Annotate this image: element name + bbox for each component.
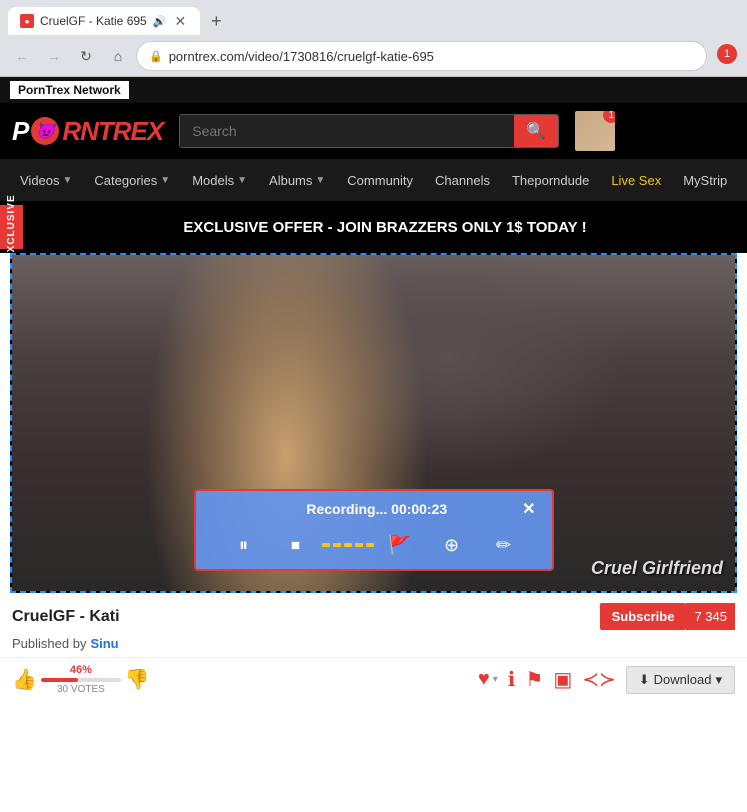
nav-item-theporndude[interactable]: Theporndude xyxy=(502,159,599,201)
nav-item-channels[interactable]: Channels xyxy=(425,159,500,201)
nav-item-videos[interactable]: Videos ▼ xyxy=(10,159,82,201)
url-box[interactable]: 🔒 porntrex.com/video/1730816/cruelgf-kat… xyxy=(136,41,707,71)
recording-marker-button[interactable]: 🚩 xyxy=(384,529,416,561)
recording-close-button[interactable]: ✕ xyxy=(522,499,535,519)
exclusive-badge: EXCLUSIVE xyxy=(0,205,23,249)
models-arrow-icon: ▼ xyxy=(237,175,247,186)
subscribe-button[interactable]: Subscribe xyxy=(600,603,687,630)
image-button[interactable]: ▣ xyxy=(553,667,572,692)
url-text: porntrex.com/video/1730816/cruelgf-katie… xyxy=(169,49,434,64)
logo-search-row: P 👿 RNTREX 🔍 1 xyxy=(0,103,747,159)
heart-icon: ♥ xyxy=(478,668,490,691)
thumbs-up-button[interactable]: 👍 xyxy=(12,667,37,692)
recording-overlay: Recording... 00:00:23 ✕ ⏸ ⏹ 🚩 xyxy=(194,489,554,571)
download-label: Download xyxy=(654,672,712,687)
pause-icon: ⏸ xyxy=(239,535,248,556)
nav-item-albums[interactable]: Albums ▼ xyxy=(259,159,335,201)
pencil-icon: ✏ xyxy=(496,535,511,556)
logo-rest: RNTREX xyxy=(62,116,163,147)
published-prefix: Published by xyxy=(12,636,86,651)
recording-pause-button[interactable]: ⏸ xyxy=(228,529,260,561)
tab-favicon: ● xyxy=(20,14,34,28)
browser-menu-button[interactable]: ⋮ 1 xyxy=(711,42,739,70)
nav-item-community[interactable]: Community xyxy=(337,159,423,201)
user-thumbnail[interactable]: 1 xyxy=(575,111,615,151)
forward-button[interactable]: → xyxy=(40,42,68,70)
published-by-link[interactable]: Sinu xyxy=(90,636,118,651)
back-button[interactable]: ← xyxy=(8,42,36,70)
thumb-notification-badge: 1 xyxy=(603,111,615,123)
share-icon: ≺≻ xyxy=(582,667,616,692)
recording-edit-button[interactable]: ✏ xyxy=(488,529,520,561)
logo-p: P xyxy=(12,116,28,147)
download-button[interactable]: ⬇ Download ▾ xyxy=(626,666,735,694)
nav-item-models[interactable]: Models ▼ xyxy=(182,159,257,201)
recording-camera-button[interactable]: ⊕ xyxy=(436,529,468,561)
promo-text: EXCLUSIVE OFFER - JOIN BRAZZERS ONLY 1$ … xyxy=(23,219,747,236)
search-input[interactable] xyxy=(180,115,514,147)
dots-icon xyxy=(322,543,374,547)
videos-arrow-icon: ▼ xyxy=(63,175,73,186)
recording-controls: ⏸ ⏹ 🚩 ⊕ ✏ xyxy=(212,529,536,561)
image-icon: ▣ xyxy=(553,667,572,692)
logo-devil-icon: 👿 xyxy=(31,117,59,145)
video-title: CruelGF - Kati xyxy=(12,608,120,626)
published-row: Published by Sinu xyxy=(0,636,747,657)
vote-bar-container: 46% 30 VOTES xyxy=(41,664,121,695)
nav-item-categories[interactable]: Categories ▼ xyxy=(84,159,180,201)
subscribe-count: 7 345 xyxy=(686,603,735,630)
browser-chrome: ● CruelGF - Katie 695 🔊 ✕ + ← → ↻ ⌂ 🔒 po… xyxy=(0,0,747,77)
info-icon: ℹ xyxy=(508,667,516,692)
recording-title: Recording... 00:00:23 xyxy=(232,501,523,517)
subscribe-wrapper: Subscribe 7 345 xyxy=(600,603,735,630)
search-box: 🔍 xyxy=(179,114,559,148)
flag-icon: ⚑ xyxy=(525,667,543,692)
recording-stop-button[interactable]: ⏹ xyxy=(280,529,312,561)
vote-percent: 46% xyxy=(70,664,92,676)
nav-item-live-sex[interactable]: Live Sex xyxy=(601,159,671,201)
recording-header: Recording... 00:00:23 ✕ xyxy=(212,499,536,519)
action-bar: 👍 46% 30 VOTES 👎 ♥ ▾ ℹ ⚑ ▣ ≺≻ ⬇ Downloa xyxy=(0,657,747,701)
tab-close-button[interactable]: ✕ xyxy=(172,13,188,30)
heart-arrow: ▾ xyxy=(493,674,498,685)
promo-banner[interactable]: EXCLUSIVE EXCLUSIVE OFFER - JOIN BRAZZER… xyxy=(0,201,747,253)
home-button[interactable]: ⌂ xyxy=(104,42,132,70)
categories-arrow-icon: ▼ xyxy=(160,175,170,186)
recording-dots-button[interactable] xyxy=(332,529,364,561)
active-tab[interactable]: ● CruelGF - Katie 695 🔊 ✕ xyxy=(8,7,200,35)
lock-icon: 🔒 xyxy=(149,50,163,63)
vote-bar xyxy=(41,678,121,682)
tab-title: CruelGF - Katie 695 xyxy=(40,14,147,28)
address-bar: ← → ↻ ⌂ 🔒 porntrex.com/video/1730816/cru… xyxy=(0,36,747,76)
download-arrow-icon: ▾ xyxy=(715,672,722,688)
heart-button[interactable]: ♥ ▾ xyxy=(478,668,498,691)
thumbs-down-button[interactable]: 👎 xyxy=(125,667,150,692)
video-container[interactable]: Cruel Girlfriend Recording... 00:00:23 ✕… xyxy=(10,253,737,593)
flag-icon: 🚩 xyxy=(388,535,410,556)
video-watermark: Cruel Girlfriend xyxy=(591,558,723,579)
tab-audio-icon: 🔊 xyxy=(153,15,167,28)
video-info-row: CruelGF - Kati Subscribe 7 345 xyxy=(0,593,747,636)
vote-section: 👍 46% 30 VOTES 👎 xyxy=(12,664,150,695)
notification-badge: 1 xyxy=(717,44,737,64)
new-tab-button[interactable]: + xyxy=(204,9,228,33)
vote-bar-fill xyxy=(41,678,78,682)
search-button[interactable]: 🔍 xyxy=(514,115,558,147)
vote-count: 30 VOTES xyxy=(57,684,105,695)
refresh-button[interactable]: ↻ xyxy=(72,42,100,70)
action-icons: ♥ ▾ ℹ ⚑ ▣ ≺≻ ⬇ Download ▾ xyxy=(478,666,735,694)
info-button[interactable]: ℹ xyxy=(508,667,516,692)
download-icon: ⬇ xyxy=(639,672,650,688)
nav-item-mystrip[interactable]: MyStrip xyxy=(673,159,737,201)
camera-icon: ⊕ xyxy=(444,535,459,556)
share-button[interactable]: ≺≻ xyxy=(582,667,616,692)
nav-bar: Videos ▼ Categories ▼ Models ▼ Albums ▼ … xyxy=(0,159,747,201)
flag-button[interactable]: ⚑ xyxy=(525,667,543,692)
albums-arrow-icon: ▼ xyxy=(315,175,325,186)
site-logo[interactable]: P 👿 RNTREX xyxy=(12,116,163,147)
network-badge[interactable]: PornTrex Network xyxy=(10,81,129,99)
tab-bar: ● CruelGF - Katie 695 🔊 ✕ + xyxy=(0,0,747,36)
site-header: PornTrex Network xyxy=(0,77,747,103)
stop-icon: ⏹ xyxy=(291,535,300,556)
